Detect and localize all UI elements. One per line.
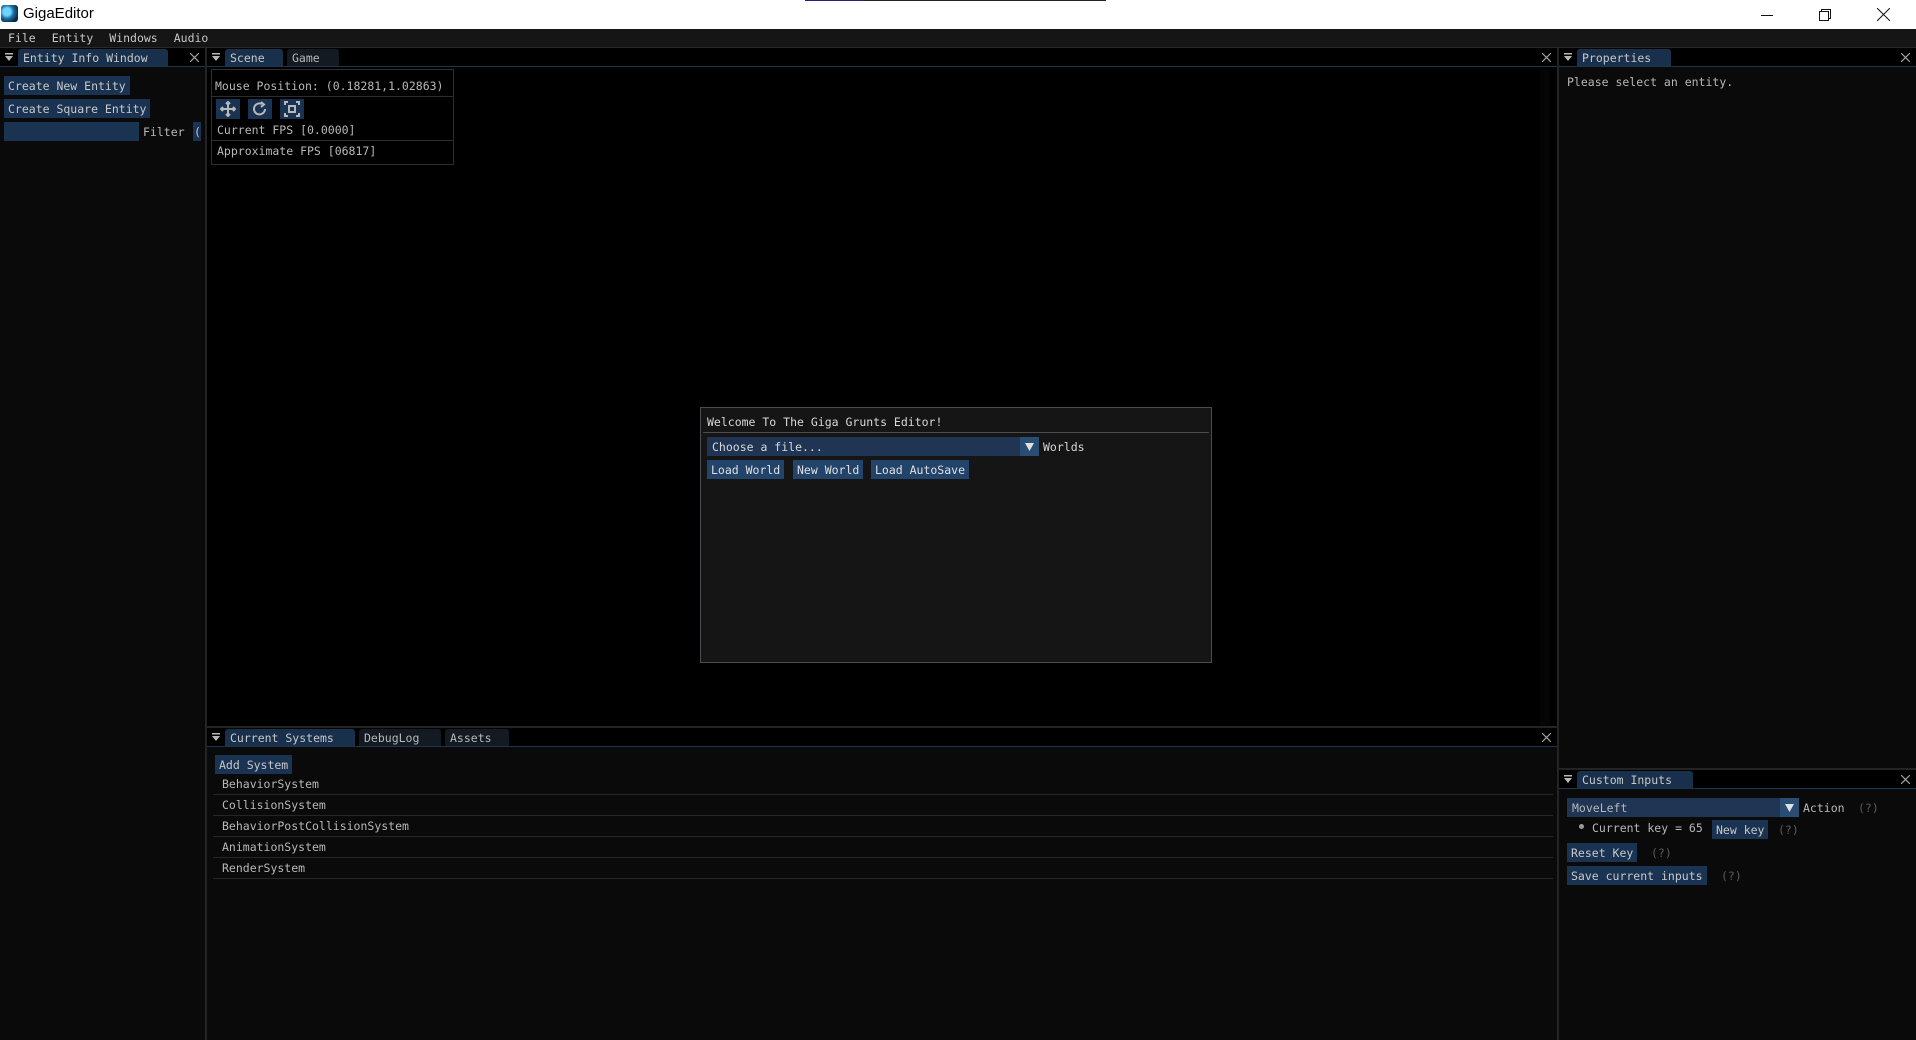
dock-menu-icon[interactable] (0, 48, 18, 66)
rotate-tool-button[interactable] (248, 99, 272, 119)
filter-label: Filter (143, 125, 185, 139)
tab-debuglog[interactable]: DebugLog (359, 729, 441, 746)
close-icon (1900, 52, 1910, 62)
tab-properties[interactable]: Properties (1577, 49, 1671, 66)
world-file-combo[interactable]: Choose a file... (707, 437, 1039, 456)
custom-inputs-window: Custom Inputs MoveLeft Action (?) Curren… (1559, 770, 1916, 1040)
welcome-title: Welcome To The Giga Grunts Editor! (707, 415, 943, 429)
system-list-item[interactable]: RenderSystem (213, 858, 1553, 879)
move-arrows-icon (220, 101, 236, 117)
reset-key-help[interactable]: (?) (1651, 846, 1672, 860)
close-properties-button[interactable] (1898, 50, 1912, 64)
scale-tool-button[interactable] (280, 99, 304, 119)
scene-header: Scene Game (207, 48, 1557, 67)
menu-entity[interactable]: Entity (52, 31, 94, 45)
filter-input[interactable] (4, 122, 139, 141)
new-world-button[interactable]: New World (793, 460, 864, 479)
close-custom-inputs-button[interactable] (1898, 772, 1912, 786)
systems-header: Current Systems DebugLog Assets (207, 728, 1557, 747)
current-key: Current key = 65 (1592, 821, 1703, 835)
filter-clear-button[interactable]: ( (193, 122, 201, 141)
translate-tool-button[interactable] (216, 99, 240, 119)
close-icon (1876, 8, 1890, 21)
approximate-fps: Approximate FPS [06817] (217, 144, 377, 158)
minimize-icon (1761, 14, 1773, 16)
close-systems-button[interactable] (1539, 730, 1553, 744)
close-icon (1541, 732, 1551, 742)
overlay-separator (212, 140, 453, 141)
system-list-item[interactable]: AnimationSystem (213, 837, 1553, 858)
window-title: GigaEditor (23, 5, 94, 22)
minimize-button[interactable] (1738, 0, 1796, 29)
menu-audio[interactable]: Audio (174, 31, 209, 45)
reset-key-button[interactable]: Reset Key (1567, 843, 1638, 862)
dock-menu-icon[interactable] (207, 728, 225, 746)
welcome-dialog: Welcome To The Giga Grunts Editor! Choos… (700, 407, 1212, 663)
create-new-entity-button[interactable]: Create New Entity (4, 76, 130, 95)
dock-menu-icon[interactable] (207, 48, 225, 66)
restore-button[interactable] (1796, 0, 1854, 29)
action-combo[interactable]: MoveLeft (1567, 798, 1799, 817)
custom-inputs-header: Custom Inputs (1559, 770, 1916, 789)
tab-scene[interactable]: Scene (225, 49, 283, 66)
dock-menu-icon[interactable] (1559, 48, 1577, 66)
action-help[interactable]: (?) (1858, 801, 1879, 815)
action-label: Action (1803, 801, 1845, 815)
properties-header: Properties (1559, 48, 1916, 67)
load-autosave-button[interactable]: Load AutoSave (871, 460, 970, 479)
properties-message: Please select an entity. (1567, 75, 1734, 89)
load-world-button[interactable]: Load World (707, 460, 785, 479)
chevron-down-icon[interactable] (1780, 798, 1799, 817)
close-icon (189, 52, 199, 62)
create-square-entity-button[interactable]: Create Square Entity (4, 99, 151, 118)
overlay-separator (212, 96, 453, 97)
loading-progress-fill (805, 0, 866, 1)
menu-file[interactable]: File (8, 31, 36, 45)
system-list-item[interactable]: CollisionSystem (213, 795, 1553, 816)
tab-game[interactable]: Game (287, 49, 339, 66)
window-titlebar: GigaEditor (0, 0, 1916, 29)
loading-progress-bar (805, 0, 1106, 1)
restore-icon (1819, 8, 1831, 21)
close-scene-button[interactable] (1539, 50, 1553, 64)
current-fps: Current FPS [0.0000] (217, 123, 356, 137)
entity-info-window: Entity Info Window Create New Entity Cre… (0, 48, 205, 1040)
tab-assets[interactable]: Assets (445, 729, 509, 746)
rotate-icon (253, 101, 266, 116)
add-system-button[interactable]: Add System (215, 755, 293, 774)
tab-current-systems[interactable]: Current Systems (225, 729, 355, 746)
dock-menu-icon[interactable] (1559, 770, 1577, 788)
new-key-help[interactable]: (?) (1778, 823, 1799, 837)
mouse-position: Mouse Position: (0.18281,1.02863) (215, 79, 444, 93)
close-icon (1900, 774, 1910, 784)
tab-custom-inputs[interactable]: Custom Inputs (1577, 771, 1693, 788)
close-window-button[interactable] (1854, 0, 1912, 29)
system-list-item[interactable]: BehaviorPostCollisionSystem (213, 816, 1553, 837)
save-inputs-help[interactable]: (?) (1721, 869, 1742, 883)
scene-scrollbar[interactable] (1540, 69, 1550, 726)
properties-window: Properties Please select an entity. (1559, 48, 1916, 768)
new-key-button[interactable]: New key (1712, 820, 1769, 839)
world-file-combo-value: Choose a file... (712, 439, 823, 454)
entity-info-header: Entity Info Window (0, 48, 205, 67)
chevron-down-icon[interactable] (1020, 437, 1039, 456)
menu-windows[interactable]: Windows (109, 31, 157, 45)
dialog-separator (703, 432, 1209, 433)
close-entity-info-button[interactable] (187, 50, 201, 64)
action-combo-value: MoveLeft (1572, 800, 1628, 815)
worlds-label: Worlds (1043, 440, 1085, 454)
scale-icon (284, 101, 300, 117)
main-menu-bar: File Entity Windows Audio (0, 29, 1916, 48)
system-list-item[interactable]: BehaviorSystem (213, 774, 1553, 795)
scene-stats-overlay: Mouse Position: (0.18281,1.02863) Curren… (211, 69, 454, 165)
close-icon (1541, 52, 1551, 62)
save-inputs-button[interactable]: Save current inputs (1567, 866, 1707, 885)
bullet-icon (1579, 824, 1584, 829)
app-icon (1, 5, 18, 22)
systems-window: Current Systems DebugLog Assets Add Syst… (207, 728, 1557, 1040)
tab-entity-info[interactable]: Entity Info Window (18, 49, 168, 66)
